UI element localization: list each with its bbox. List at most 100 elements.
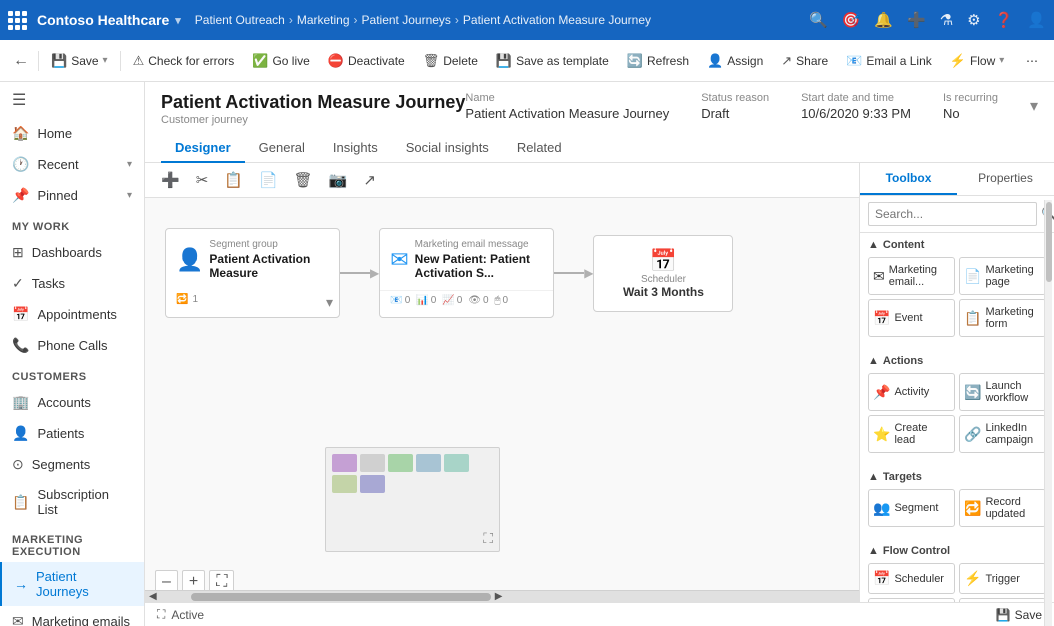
save-dropdown-icon[interactable]: ▾: [103, 55, 108, 66]
flow-control-collapse-icon[interactable]: ▲: [868, 545, 879, 557]
mini-map-expand-icon[interactable]: ⛶: [483, 530, 493, 547]
cut-tool[interactable]: ✂: [192, 169, 213, 191]
user-icon[interactable]: 👤: [1027, 11, 1046, 29]
toolbox-item-event[interactable]: 📅 Event: [868, 299, 955, 337]
delete-button[interactable]: 🗑 Delete: [415, 48, 486, 74]
sidebar-item-pinned[interactable]: 📌 Pinned ▾: [0, 180, 144, 211]
tab-social-insights[interactable]: Social insights: [392, 134, 503, 163]
sidebar-item-phone-calls[interactable]: 📞 Phone Calls: [0, 330, 144, 361]
toolbox-item-launch-workflow[interactable]: 🔄 Launch workflow: [959, 373, 1046, 411]
toolbox-item-segment-target[interactable]: 👥 Segment: [868, 489, 955, 527]
segment-node[interactable]: 👤 Segment group Patient Activation Measu…: [165, 228, 340, 318]
email-link-button[interactable]: 📧 Email a Link: [838, 48, 940, 74]
share-button[interactable]: ↗ Share: [773, 48, 836, 74]
screenshot-tool[interactable]: 📷: [325, 169, 352, 191]
breadcrumb-item-1[interactable]: Marketing: [297, 13, 350, 27]
sidebar-item-patients[interactable]: 👤 Patients: [0, 418, 144, 449]
status-save-button[interactable]: 💾 Save: [996, 608, 1042, 622]
help-icon[interactable]: ❓: [995, 11, 1014, 29]
breadcrumb-item-2[interactable]: Patient Journeys: [362, 13, 451, 27]
toolbox-tab-properties[interactable]: Properties: [957, 163, 1054, 195]
settings-icon[interactable]: ⚙: [967, 11, 980, 29]
sidebar-item-patient-journeys[interactable]: → Patient Journeys: [0, 562, 144, 606]
flow-dropdown-icon[interactable]: ▾: [999, 55, 1004, 66]
activity-icon: 📌: [873, 384, 890, 401]
sidebar-item-home[interactable]: 🏠 Home: [0, 118, 144, 149]
delete-tool[interactable]: 🗑: [290, 169, 317, 191]
mini-map-content: [326, 448, 499, 551]
top-navigation: Contoso Healthcare ▾ Patient Outreach › …: [0, 0, 1054, 40]
sidebar-item-segments[interactable]: ⊙ Segments: [0, 449, 144, 480]
new-record-icon[interactable]: ➕: [907, 11, 926, 29]
add-tool[interactable]: ➕: [157, 169, 184, 191]
horizontal-scrollbar[interactable]: ◀ ▶: [145, 590, 859, 602]
alerts-icon[interactable]: 🔔: [874, 11, 893, 29]
status-expand-icon[interactable]: ⛶: [157, 607, 165, 622]
go-live-button[interactable]: ✅ Go live: [244, 48, 318, 74]
scroll-left-icon[interactable]: ◀: [145, 591, 161, 602]
record-header-collapse-button[interactable]: ▾: [1030, 96, 1038, 116]
breadcrumb-item-0[interactable]: Patient Outreach: [195, 13, 285, 27]
record-updated-icon: 🔁: [964, 500, 981, 517]
sidebar: ☰ 🏠 Home 🕐 Recent ▾ 📌 Pinned ▾ My Work ⊞…: [0, 82, 145, 626]
flow-button[interactable]: ⚡ Flow ▾: [942, 48, 1013, 74]
app-logo[interactable]: Contoso Healthcare ▾: [8, 11, 181, 30]
stat-icon-5: 🖱: [495, 295, 501, 306]
email-node-type: Marketing email message: [415, 239, 544, 250]
toolbox-scrollbar[interactable]: [1044, 200, 1052, 602]
email-node[interactable]: ✉ Marketing email message New Patient: P…: [379, 228, 554, 318]
save-template-button[interactable]: 💾 Save as template: [488, 48, 617, 74]
actions-collapse-icon[interactable]: ▲: [868, 355, 879, 367]
refresh-button[interactable]: 🔄 Refresh: [619, 48, 697, 74]
toolbox-search-input[interactable]: [868, 202, 1037, 226]
paste-tool[interactable]: 📄: [255, 169, 282, 191]
toolbox-item-activity[interactable]: 📌 Activity: [868, 373, 955, 411]
toolbox-section-targets-header: ▲ Targets: [868, 471, 1046, 483]
targets-collapse-icon[interactable]: ▲: [868, 471, 879, 483]
scheduler-node-title: Wait 3 Months: [623, 285, 704, 299]
segment-node-expand-icon[interactable]: ▾: [326, 294, 333, 311]
expand-tool[interactable]: ↗: [359, 169, 380, 191]
org-chevron-icon[interactable]: ▾: [175, 14, 181, 27]
sidebar-item-recent[interactable]: 🕐 Recent ▾: [0, 149, 144, 180]
sidebar-item-dashboards[interactable]: ⊞ Dashboards: [0, 237, 144, 268]
sidebar-collapse-button[interactable]: ☰: [0, 82, 144, 118]
save-button[interactable]: 💾 Save ▾: [43, 48, 116, 74]
waffle-icon[interactable]: [8, 11, 27, 30]
assign-button[interactable]: 👤 Assign: [699, 48, 771, 74]
sidebar-item-subscription-list[interactable]: 📋 Subscription List: [0, 480, 144, 524]
check-errors-button[interactable]: ⚠ Check for errors: [125, 48, 243, 74]
tab-related[interactable]: Related: [503, 134, 576, 163]
toolbox-item-marketing-email[interactable]: ✉ Marketing email...: [868, 257, 955, 295]
breadcrumb-item-3[interactable]: Patient Activation Measure Journey: [463, 13, 651, 27]
sidebar-item-accounts[interactable]: 🏢 Accounts: [0, 387, 144, 418]
sidebar-item-marketing-emails[interactable]: ✉ Marketing emails: [0, 606, 144, 626]
scrollbar-thumb[interactable]: [191, 593, 491, 601]
filter-icon[interactable]: ⚗: [940, 11, 953, 29]
toolbox-item-scheduler[interactable]: 📅 Scheduler: [868, 563, 955, 594]
favorites-icon[interactable]: 🎯: [842, 11, 861, 29]
toolbox-item-trigger[interactable]: ⚡ Trigger: [959, 563, 1046, 594]
content-collapse-icon[interactable]: ▲: [868, 239, 879, 251]
toolbox-item-create-lead[interactable]: ⭐ Create lead: [868, 415, 955, 453]
back-button[interactable]: ←: [8, 47, 34, 75]
toolbox-tab-toolbox[interactable]: Toolbox: [860, 163, 957, 195]
toolbox-item-record-updated[interactable]: 🔁 Record updated: [959, 489, 1046, 527]
deactivate-button[interactable]: ⛔ Deactivate: [320, 48, 413, 74]
tab-insights[interactable]: Insights: [319, 134, 392, 163]
toolbox-item-marketing-page[interactable]: 📄 Marketing page: [959, 257, 1046, 295]
sidebar-item-tasks[interactable]: ✓ Tasks: [0, 268, 144, 299]
search-icon[interactable]: 🔍: [809, 11, 828, 29]
tab-general[interactable]: General: [245, 134, 319, 163]
toolbox-item-marketing-form[interactable]: 📋 Marketing form: [959, 299, 1046, 337]
more-button[interactable]: ⋯: [1018, 49, 1046, 73]
scroll-right-icon[interactable]: ▶: [491, 591, 507, 602]
scheduler-node[interactable]: 📅 Scheduler Wait 3 Months: [593, 235, 733, 312]
copy-tool[interactable]: 📋: [220, 169, 247, 191]
sidebar-item-appointments[interactable]: 📅 Appointments: [0, 299, 144, 330]
record-tabs: Designer General Insights Social insight…: [161, 134, 1038, 162]
toolbox-item-linkedin-campaign[interactable]: 🔗 LinkedIn campaign: [959, 415, 1046, 453]
tab-designer[interactable]: Designer: [161, 134, 245, 163]
toolbox-scrollbar-thumb[interactable]: [1046, 202, 1052, 282]
canvas-content[interactable]: 👤 Segment group Patient Activation Measu…: [145, 198, 859, 602]
